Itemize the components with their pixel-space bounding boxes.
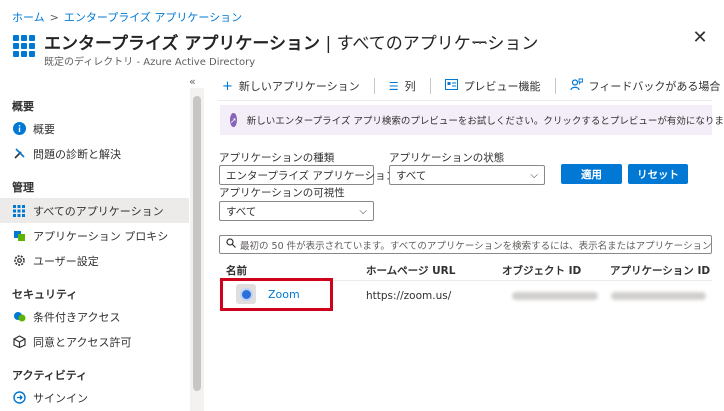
scrollbar-thumb[interactable] — [193, 96, 201, 391]
feedback-icon — [569, 78, 583, 95]
toolbar-divider — [429, 78, 431, 94]
feedback-button[interactable]: フィードバックがある場合 — [569, 78, 721, 95]
toolbar-divider — [373, 78, 375, 94]
chevron-down-icon: ⌵ — [530, 169, 538, 181]
app-proxy-icon — [12, 229, 26, 243]
preview-features-button[interactable]: プレビュー機能 — [444, 78, 541, 94]
sidebar-section-security: セキュリティ — [12, 288, 78, 301]
app-status-label: アプリケーションの状態 — [389, 152, 505, 164]
new-application-button[interactable]: + 新しいアプリケーション — [222, 78, 360, 94]
app-type-value: エンタープライズ アプリケーション — [226, 169, 397, 182]
highlight-box — [220, 278, 333, 311]
column-header-homepage-url[interactable]: ホームページ URL — [366, 263, 455, 278]
close-icon[interactable]: ✕ — [690, 28, 710, 48]
sidebar-item-diagnose[interactable]: 問題の診断と解決 — [0, 141, 189, 166]
sidebar-item-app-proxy[interactable]: アプリケーション プロキシ — [0, 223, 189, 248]
breadcrumb-home[interactable]: ホーム — [12, 11, 45, 24]
gear-icon — [12, 254, 26, 268]
search-placeholder: 最初の 50 件が表示されています。すべてのアプリケーションを検索するには、表示… — [240, 240, 712, 252]
sidebar-item-sign-in[interactable]: サインイン — [0, 385, 189, 410]
app-homepage-url: https://zoom.us/ — [366, 290, 452, 302]
preview-banner[interactable]: ➚ 新しいエンタープライズ アプリ検索のプレビューをお試しください。クリックする… — [220, 105, 724, 135]
chevron-down-icon: ⌵ — [359, 205, 367, 217]
sidebar-item-conditional-access[interactable]: 条件付きアクセス — [0, 304, 189, 329]
columns-label: 列 — [404, 80, 416, 93]
search-input[interactable]: 最初の 50 件が表示されています。すべてのアプリケーションを検索するには、表示… — [219, 235, 712, 254]
column-header-application-id[interactable]: アプリケーション ID — [610, 263, 710, 278]
visibility-label: アプリケーションの可視性 — [219, 187, 345, 199]
sidebar-item-label: 同意とアクセス許可 — [33, 335, 132, 349]
sidebar-section-activity: アクティビティ — [12, 369, 88, 382]
new-application-label: 新しいアプリケーション — [238, 80, 360, 93]
sidebar-item-label: アプリケーション プロキシ — [33, 229, 169, 243]
breadcrumb: ホーム > エンタープライズ アプリケーション — [12, 9, 242, 25]
sidebar-scrollbar[interactable] — [190, 88, 204, 411]
page-title-main: エンタープライズ アプリケーション — [44, 34, 321, 54]
grid-icon — [12, 204, 26, 218]
redacted-application-id — [611, 292, 706, 300]
sidebar-item-user-settings[interactable]: ユーザー設定 — [0, 248, 189, 273]
sidebar-section-overview: 概要 — [12, 100, 34, 113]
sidebar-item-label: 概要 — [33, 122, 55, 136]
sidebar-item-all-apps[interactable]: すべてのアプリケーション — [0, 198, 189, 223]
visibility-select[interactable]: すべて ⌵ — [219, 201, 374, 221]
preview-features-label: プレビュー機能 — [463, 80, 541, 93]
sidebar-item-overview[interactable]: 概要 — [0, 116, 189, 141]
command-bar: + 新しいアプリケーション ☰ 列 プレビュー機能 フィードバックがある場合 — [222, 75, 724, 97]
reset-button[interactable]: リセット — [628, 164, 688, 184]
sidebar-item-consent[interactable]: 同意とアクセス許可 — [0, 329, 189, 354]
app-type-select[interactable]: エンタープライズ アプリケーション⌵ — [219, 165, 404, 185]
breadcrumb-separator: > — [49, 11, 59, 24]
toolbar-divider — [554, 78, 556, 94]
columns-button[interactable]: ☰ 列 — [389, 78, 416, 94]
page-title: エンタープライズ アプリケーション | すべてのアプリケーション — [44, 29, 538, 54]
page-subtitle: 既定のディレクトリ - Azure Active Directory — [44, 57, 256, 68]
sidebar-item-label: 条件付きアクセス — [33, 310, 121, 324]
sidebar-item-label: ユーザー設定 — [33, 254, 99, 268]
redacted-object-id — [512, 292, 598, 300]
visibility-value: すべて — [226, 205, 257, 218]
sidebar-item-label: すべてのアプリケーション — [33, 204, 164, 218]
more-options-icon[interactable]: ... — [472, 30, 489, 48]
cube-icon — [12, 335, 26, 349]
app-status-select[interactable]: すべて ⌵ — [389, 165, 545, 185]
toolbar-divider-line — [218, 100, 712, 101]
app-status-value: すべて — [396, 169, 427, 182]
collapse-sidebar-icon[interactable]: « — [189, 75, 196, 88]
wrench-icon — [12, 147, 26, 161]
app-type-label: アプリケーションの種類 — [219, 152, 335, 164]
conditional-access-icon — [12, 310, 26, 324]
search-icon — [226, 238, 236, 251]
apply-button[interactable]: 適用 — [561, 164, 622, 184]
preview-icon — [444, 78, 458, 94]
column-header-name[interactable]: 名前 — [226, 263, 247, 278]
breadcrumb-current[interactable]: エンタープライズ アプリケーション — [64, 11, 242, 24]
columns-icon: ☰ — [388, 79, 399, 93]
banner-text: 新しいエンタープライズ アプリ検索のプレビューをお試しください。クリックするとプ… — [246, 116, 724, 127]
page-title-suffix: | すべてのアプリケーション — [320, 34, 539, 54]
sidebar-section-manage: 管理 — [12, 181, 34, 194]
feedback-label: フィードバックがある場合 — [588, 80, 721, 93]
sign-in-icon — [12, 391, 26, 405]
plus-icon: + — [222, 78, 233, 94]
sidebar-item-label: サインイン — [33, 391, 88, 405]
sidebar-item-label: 問題の診断と解決 — [33, 147, 121, 161]
rocket-icon: ➚ — [230, 113, 237, 127]
enterprise-apps-icon — [13, 35, 35, 57]
info-icon — [12, 122, 26, 136]
column-header-object-id[interactable]: オブジェクト ID — [502, 263, 581, 278]
